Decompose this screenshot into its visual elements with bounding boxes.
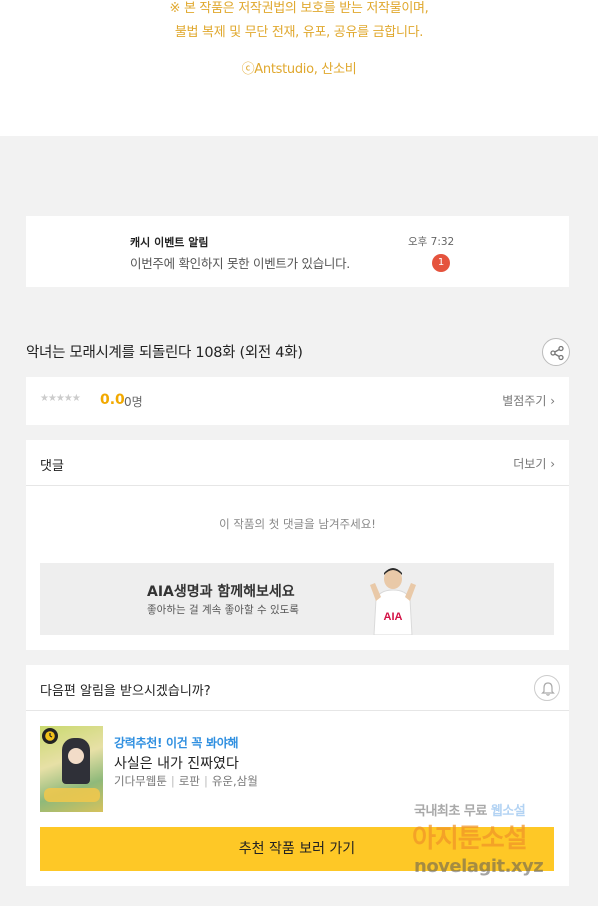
recommended-title[interactable]: 사실은 내가 진짜였다 bbox=[114, 753, 239, 773]
meta-genre: 로판 bbox=[178, 774, 200, 788]
meta-divider: | bbox=[170, 774, 175, 788]
event-title: 캐시 이벤트 알림 bbox=[130, 236, 209, 249]
comment-section: 댓글 더보기 › 이 작품의 첫 댓글을 남겨주세요! AIA생명과 함께해보세… bbox=[26, 440, 569, 650]
next-alert-question: 다음편 알림을 받으시겠습니까? bbox=[40, 684, 211, 699]
ad-logo: AIA bbox=[384, 611, 403, 623]
event-count-badge: 1 bbox=[432, 254, 450, 272]
rating-count: 0명 bbox=[124, 395, 143, 409]
thumbnail-title-art bbox=[44, 788, 100, 802]
comment-empty-message: 이 작품의 첫 댓글을 남겨주세요! bbox=[219, 517, 376, 531]
event-time: 오후 7:32 bbox=[408, 236, 455, 248]
ad-banner[interactable]: AIA생명과 함께해보세요 좋아하는 걸 계속 좋아할 수 있도록 AIA bbox=[40, 563, 554, 635]
next-alert-header: 다음편 알림을 받으시겠습니까? bbox=[26, 665, 569, 711]
event-message: 이번주에 확인하지 못한 이벤트가 있습니다. bbox=[130, 256, 350, 271]
notification-toggle-button[interactable] bbox=[534, 675, 560, 701]
meta-authors: 유운,삼월 bbox=[211, 774, 258, 788]
copyright-notice: ※ 본 작품은 저작권법의 보호를 받는 저작물이며, 불법 복제 및 무단 전… bbox=[0, 0, 598, 136]
ad-title: AIA생명과 함께해보세요 bbox=[147, 584, 295, 600]
star-rating-display: ★★★★★ bbox=[40, 393, 81, 404]
share-icon bbox=[550, 345, 564, 361]
recommended-meta: 기다무웹툰 | 로판 | 유운,삼월 bbox=[114, 773, 258, 789]
comment-label: 댓글 bbox=[40, 459, 64, 474]
recommend-tag: 강력추천! 이건 꼭 봐야해 bbox=[114, 736, 239, 750]
view-recommended-button[interactable]: 추천 작품 보러 가기 bbox=[40, 827, 554, 871]
recommended-thumbnail[interactable] bbox=[40, 726, 103, 812]
next-episode-alert: 다음편 알림을 받으시겠습니까? 강력추천! 이건 꼭 봐야해 사실은 내가 진… bbox=[26, 665, 569, 886]
thumbnail-face bbox=[68, 748, 84, 764]
ad-subtitle: 좋아하는 걸 계속 좋아할 수 있도록 bbox=[147, 604, 299, 616]
cash-event-notification[interactable]: 캐시 이벤트 알림 이번주에 확인하지 못한 이벤트가 있습니다. 오후 7:3… bbox=[26, 216, 569, 287]
rating-score: 0.0 bbox=[100, 392, 125, 408]
bell-icon bbox=[541, 682, 555, 696]
clock-icon bbox=[45, 731, 55, 741]
copyright-text: ⓒAntstudio, 산소비 bbox=[241, 62, 357, 77]
notice-line-1: ※ 본 작품은 저작권법의 보호를 받는 저작물이며, bbox=[169, 1, 429, 16]
rating-bar: ★★★★★ 0.0 0명 별점주기 › bbox=[26, 377, 569, 425]
ad-model-image: AIA bbox=[370, 568, 416, 635]
notice-line-2: 불법 복제 및 무단 전재, 유포, 공유를 금합니다. bbox=[174, 25, 424, 40]
rate-button[interactable]: 별점주기 › bbox=[502, 392, 555, 409]
comment-more-button[interactable]: 더보기 › bbox=[513, 455, 555, 472]
meta-category: 기다무웹툰 bbox=[114, 774, 167, 788]
share-button[interactable] bbox=[542, 338, 570, 366]
episode-title: 악녀는 모래시계를 되돌린다 108화 (외전 4화) bbox=[26, 345, 303, 361]
meta-divider: | bbox=[203, 774, 208, 788]
comment-header: 댓글 더보기 › bbox=[26, 440, 569, 486]
wait-free-badge bbox=[42, 728, 58, 744]
